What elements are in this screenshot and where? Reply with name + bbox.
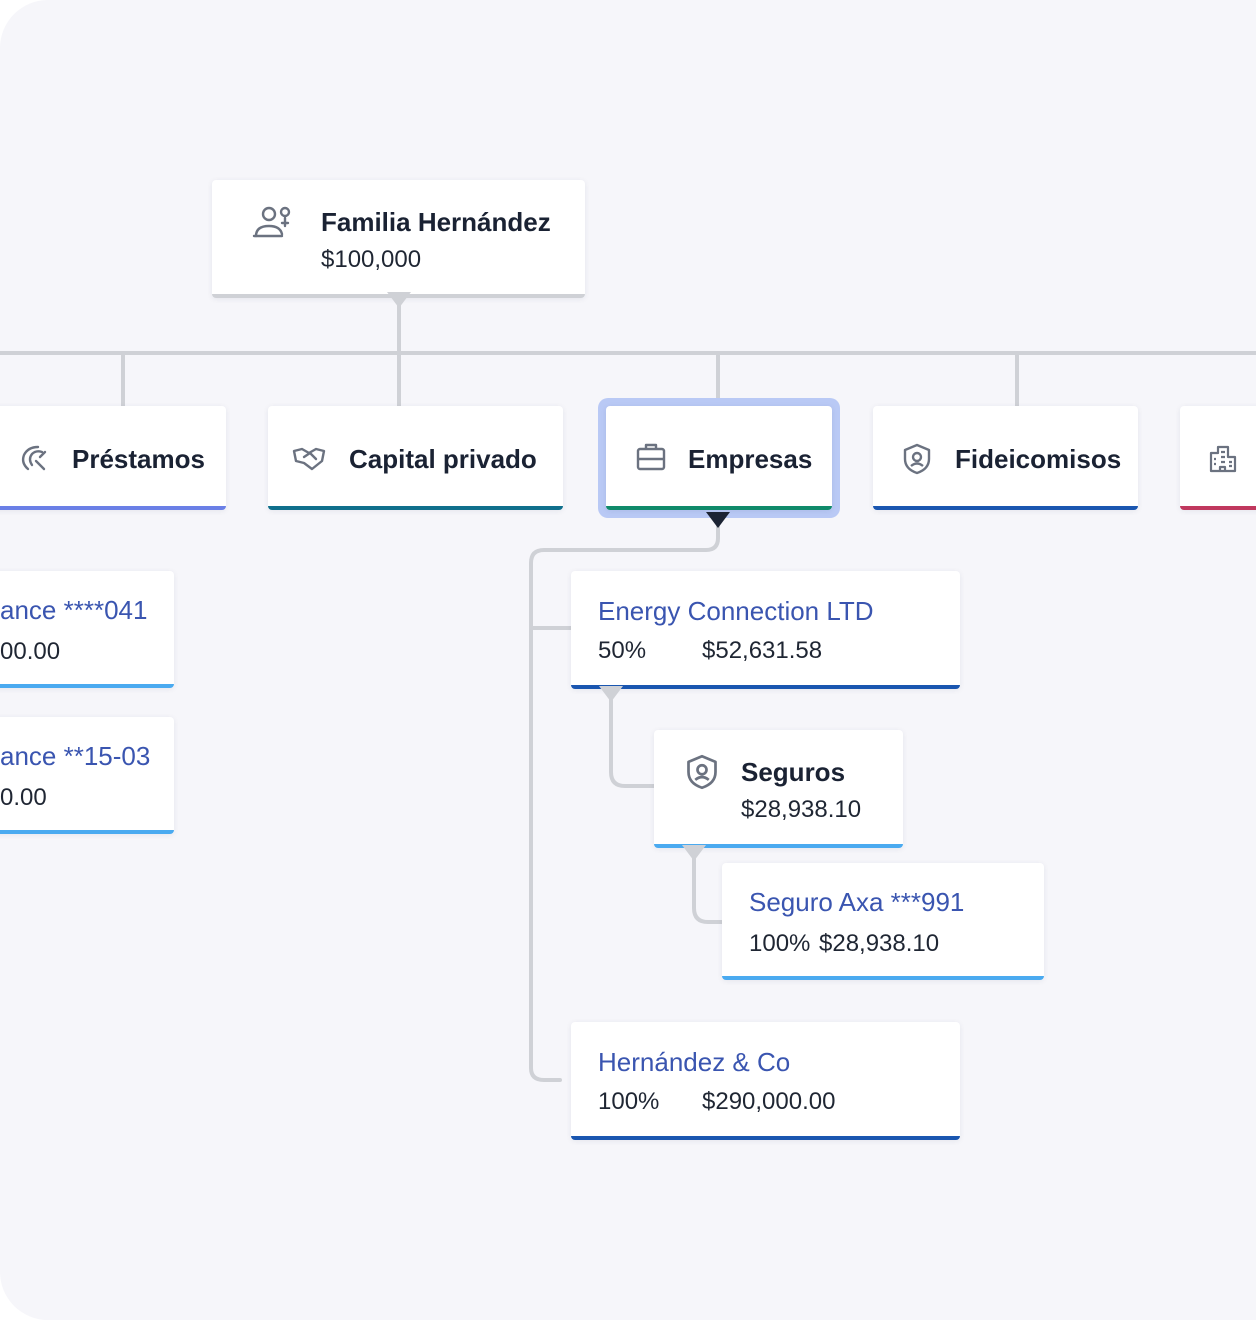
shield-icon xyxy=(686,754,718,790)
insurance-expand-toggle[interactable] xyxy=(682,845,706,861)
company-name: Hernández & Co xyxy=(598,1047,791,1077)
insurance-policy-card[interactable]: Seguro Axa ***991 100% $28,938.10 xyxy=(722,863,1044,980)
root-title: Familia Hernández xyxy=(321,207,551,237)
loan-account-card[interactable]: ance ****041 00.00 xyxy=(0,571,174,688)
category-prestamos[interactable]: Préstamos xyxy=(0,406,226,510)
handshake-icon xyxy=(292,443,326,473)
root-node-card[interactable]: Familia Hernández $100,000 xyxy=(212,180,585,298)
category-label: Empresas xyxy=(688,444,813,474)
loan-account-card[interactable]: ance **15-03 0.00 xyxy=(0,717,174,834)
loan-icon xyxy=(18,443,48,473)
company-amount: $290,000.00 xyxy=(702,1088,836,1115)
shield-icon xyxy=(903,443,931,475)
insurance-group-card[interactable]: Seguros $28,938.10 xyxy=(654,730,903,848)
category-capital-privado[interactable]: Capital privado xyxy=(268,406,563,510)
insurance-amount: $28,938.10 xyxy=(741,796,862,823)
category-empresas[interactable]: Empresas xyxy=(606,406,832,510)
loan-account-name: ance **15-03 xyxy=(0,741,151,771)
root-amount: $100,000 xyxy=(321,246,422,273)
root-expand-toggle[interactable] xyxy=(387,292,411,308)
policy-percent: 100% xyxy=(749,930,811,957)
category-label: Capital privado xyxy=(349,444,537,474)
family-icon xyxy=(252,204,292,240)
loan-account-amount: 00.00 xyxy=(0,638,61,665)
building-icon xyxy=(1208,443,1238,473)
category-label: Fideicomisos xyxy=(955,444,1122,474)
category-label: Préstamos xyxy=(72,444,205,474)
policy-amount: $28,938.10 xyxy=(819,930,940,957)
policy-name: Seguro Axa ***991 xyxy=(749,887,965,917)
org-chart-canvas: Familia Hernández $100,000 Préstamos Cap… xyxy=(0,0,1256,1320)
category-fideicomisos[interactable]: Fideicomisos xyxy=(873,406,1138,510)
company-percent: 50% xyxy=(598,637,647,664)
company-card[interactable]: Hernández & Co 100% $290,000.00 xyxy=(571,1022,960,1140)
company-percent: 100% xyxy=(598,1088,660,1115)
category-building[interactable] xyxy=(1180,406,1256,510)
company-amount: $52,631.58 xyxy=(702,637,823,664)
company-expand-toggle[interactable] xyxy=(599,686,623,702)
loan-account-amount: 0.00 xyxy=(0,784,47,811)
company-card[interactable]: Energy Connection LTD 50% $52,631.58 xyxy=(571,571,960,689)
loan-account-name: ance ****041 xyxy=(0,595,148,625)
empresas-expand-toggle[interactable] xyxy=(706,512,730,528)
company-name: Energy Connection LTD xyxy=(598,596,874,626)
briefcase-icon xyxy=(636,443,666,471)
insurance-title: Seguros xyxy=(741,757,846,787)
